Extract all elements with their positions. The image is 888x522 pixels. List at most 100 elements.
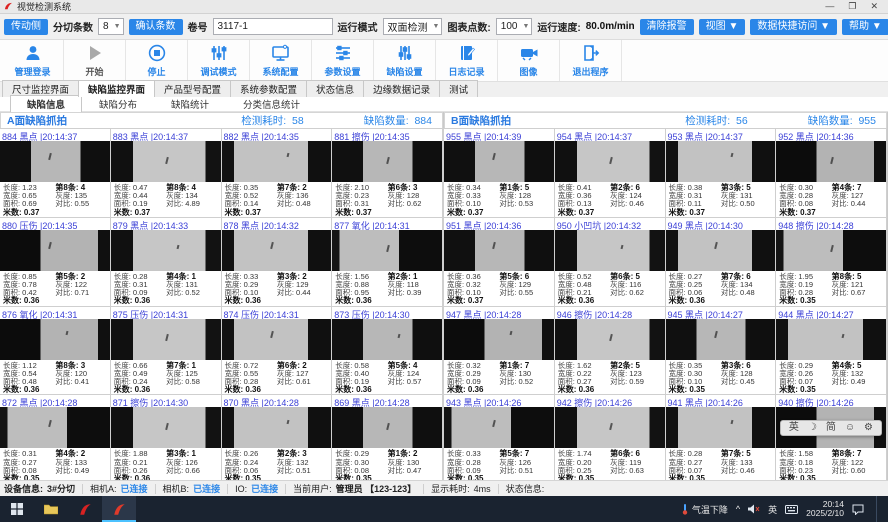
close-button[interactable]: ✕ xyxy=(870,1,878,12)
action-user-button[interactable]: 管理登录 xyxy=(2,40,64,81)
tab-1[interactable]: 缺陷监控界面 xyxy=(78,80,155,97)
ime-lang-toggle[interactable]: 英 xyxy=(789,423,799,433)
defect-cell-882[interactable]: 882 黑点 |20:14:35长度: 0.35宽度: 0.52面积: 0.14… xyxy=(221,128,333,218)
ime-simplified-toggle[interactable]: 简 xyxy=(826,423,836,433)
weather-widget[interactable]: 气温下降 xyxy=(681,503,728,516)
defect-thumbnail-image[interactable] xyxy=(666,319,776,360)
defect-thumbnail-image[interactable] xyxy=(222,319,332,360)
defect-thumbnail-image[interactable] xyxy=(555,407,665,448)
defect-cell-955[interactable]: 955 黑点 |20:14:39长度: 0.34宽度: 0.33面积: 0.10… xyxy=(443,128,555,218)
action-stop-button[interactable]: 停止 xyxy=(126,40,188,81)
defect-cell-874[interactable]: 874 压伤 |20:14:31长度: 0.72宽度: 0.55面积: 0.28… xyxy=(221,306,333,396)
action-play-button[interactable]: 开始 xyxy=(64,40,126,81)
view-menu-button[interactable]: 视图 ▼ xyxy=(699,19,746,35)
defect-thumbnail-image[interactable] xyxy=(666,141,776,182)
defect-cell-941[interactable]: 941 黑点 |20:14:26长度: 0.28宽度: 0.27面积: 0.07… xyxy=(665,394,777,480)
defect-thumbnail-image[interactable] xyxy=(444,230,554,271)
defect-thumbnail-image[interactable] xyxy=(666,407,776,448)
defect-thumbnail-image[interactable] xyxy=(444,407,554,448)
ime-moon-icon[interactable]: ☽ xyxy=(808,423,817,433)
file-explorer-icon[interactable] xyxy=(34,496,68,522)
defect-thumbnail-image[interactable] xyxy=(222,230,332,271)
drive-side-button[interactable]: 传动侧 xyxy=(4,19,48,35)
subtab-2[interactable]: 缺陷统计 xyxy=(154,95,226,113)
data-quick-access-button[interactable]: 数据快捷访问 ▼ xyxy=(750,19,837,35)
action-monitor-button[interactable]: 系统配置 xyxy=(250,40,312,81)
defect-cell-883[interactable]: 883 黑点 |20:14:37长度: 0.47宽度: 0.44面积: 0.19… xyxy=(110,128,222,218)
panel-title[interactable]: A面缺陷抓拍 xyxy=(7,113,67,128)
defect-thumbnail-image[interactable] xyxy=(0,319,110,360)
show-desktop-button[interactable] xyxy=(876,496,882,522)
tab-5[interactable]: 边缘数据记录 xyxy=(363,80,440,97)
defect-cell-954[interactable]: 954 黑点 |20:14:37长度: 0.41宽度: 0.36面积: 0.13… xyxy=(554,128,666,218)
split-count-select[interactable]: 8▼ xyxy=(98,18,124,35)
defect-cell-948[interactable]: 948 擦伤 |20:14:28长度: 1.95宽度: 0.19面积: 0.28… xyxy=(775,217,887,307)
roll-number-input[interactable] xyxy=(213,18,333,35)
defect-cell-945[interactable]: 945 黑点 |20:14:27长度: 0.35宽度: 0.30面积: 0.10… xyxy=(665,306,777,396)
defect-cell-946[interactable]: 946 擦伤 |20:14:28长度: 1.62宽度: 0.22面积: 0.27… xyxy=(554,306,666,396)
defect-thumbnail-image[interactable] xyxy=(0,230,110,271)
defect-cell-872[interactable]: 872 黑点 |20:14:28长度: 0.31宽度: 0.27面积: 0.08… xyxy=(0,394,111,480)
defect-thumbnail-image[interactable] xyxy=(222,407,332,448)
defect-cell-944[interactable]: 944 黑点 |20:14:27长度: 0.29宽度: 0.26面积: 0.07… xyxy=(775,306,887,396)
start-button[interactable] xyxy=(0,496,34,522)
tray-expand-chevron[interactable]: ^ xyxy=(736,504,740,514)
run-mode-select[interactable]: 双面检测▼ xyxy=(383,18,443,35)
action-sliders-v-button[interactable]: 调试模式 xyxy=(188,40,250,81)
defect-cell-873[interactable]: 873 压伤 |20:14:30长度: 0.58宽度: 0.40面积: 0.19… xyxy=(331,306,443,396)
minimize-button[interactable]: — xyxy=(825,1,834,12)
subtab-1[interactable]: 缺陷分布 xyxy=(82,95,154,113)
defect-cell-947[interactable]: 947 黑点 |20:14:28长度: 0.32宽度: 0.29面积: 0.09… xyxy=(443,306,555,396)
taskbar-clock[interactable]: 20:142025/2/10 xyxy=(806,500,844,519)
defect-thumbnail-image[interactable] xyxy=(444,319,554,360)
ime-toolbar[interactable]: 英☽简☺⚙ xyxy=(780,420,882,436)
action-sliders-h-button[interactable]: 参数设置 xyxy=(312,40,374,81)
defect-cell-949[interactable]: 949 黑点 |20:14:30长度: 0.27宽度: 0.25面积: 0.06… xyxy=(665,217,777,307)
defect-thumbnail-image[interactable] xyxy=(776,141,886,182)
defect-cell-879[interactable]: 879 黑点 |20:14:33长度: 0.28宽度: 0.31面积: 0.09… xyxy=(110,217,222,307)
defect-cell-869[interactable]: 869 黑点 |20:14:28长度: 0.29宽度: 0.30面积: 0.08… xyxy=(331,394,443,480)
action-camera-button[interactable]: 图像 xyxy=(498,40,560,81)
help-menu-button[interactable]: 帮助 ▼ xyxy=(842,19,888,35)
defect-cell-943[interactable]: 943 黑点 |20:14:26长度: 0.33宽度: 0.28面积: 0.09… xyxy=(443,394,555,480)
confirm-count-button[interactable]: 确认条数 xyxy=(129,19,183,35)
defect-cell-942[interactable]: 942 擦伤 |20:14:26长度: 1.74宽度: 0.20面积: 0.25… xyxy=(554,394,666,480)
volume-icon[interactable] xyxy=(748,504,760,514)
defect-thumbnail-image[interactable] xyxy=(111,407,221,448)
defect-cell-884[interactable]: 884 黑点 |20:14:37长度: 1.23宽度: 0.65面积: 0.69… xyxy=(0,128,111,218)
defect-thumbnail-image[interactable] xyxy=(0,141,110,182)
defect-cell-880[interactable]: 880 压伤 |20:14:35长度: 0.85宽度: 0.78面积: 0.42… xyxy=(0,217,111,307)
language-indicator[interactable]: 英 xyxy=(768,503,777,516)
defect-cell-876[interactable]: 876 氧化 |20:14:31长度: 1.12宽度: 0.54面积: 0.48… xyxy=(0,306,111,396)
tab-6[interactable]: 测试 xyxy=(439,80,478,97)
notification-center-icon[interactable] xyxy=(852,504,864,515)
clear-alarm-button[interactable]: 清除报警 xyxy=(640,19,694,35)
subtab-0[interactable]: 缺陷信息 xyxy=(10,95,82,113)
subtab-3[interactable]: 分类信息统计 xyxy=(226,95,317,113)
defect-cell-875[interactable]: 875 压伤 |20:14:31长度: 0.66宽度: 0.49面积: 0.24… xyxy=(110,306,222,396)
ime-settings-gear-icon[interactable]: ⚙ xyxy=(864,423,873,433)
defect-thumbnail-image[interactable] xyxy=(666,230,776,271)
defect-thumbnail-image[interactable] xyxy=(332,141,442,182)
keyboard-icon[interactable] xyxy=(785,505,798,514)
defect-cell-877[interactable]: 877 氧化 |20:14:31长度: 1.56宽度: 0.88面积: 0.95… xyxy=(331,217,443,307)
panel-title[interactable]: B面缺陷抓拍 xyxy=(451,113,511,128)
defect-cell-950[interactable]: 950 小凹坑 |20:14:32长度: 0.52宽度: 0.48面积: 0.2… xyxy=(554,217,666,307)
defect-cell-881[interactable]: 881 擦伤 |20:14:35长度: 2.10宽度: 0.23面积: 0.31… xyxy=(331,128,443,218)
defect-cell-952[interactable]: 952 黑点 |20:14:36长度: 0.30宽度: 0.28面积: 0.08… xyxy=(775,128,887,218)
chart-points-select[interactable]: 100▼ xyxy=(496,18,533,35)
defect-thumbnail-image[interactable] xyxy=(776,230,886,271)
defect-cell-871[interactable]: 871 擦伤 |20:14:30长度: 1.88宽度: 0.21面积: 0.26… xyxy=(110,394,222,480)
app-icon-1[interactable] xyxy=(68,496,102,522)
defect-thumbnail-image[interactable] xyxy=(0,407,110,448)
defect-thumbnail-image[interactable] xyxy=(111,230,221,271)
defect-thumbnail-image[interactable] xyxy=(332,407,442,448)
defect-thumbnail-image[interactable] xyxy=(555,230,665,271)
defect-thumbnail-image[interactable] xyxy=(776,319,886,360)
defect-cell-951[interactable]: 951 黑点 |20:14:36长度: 0.36宽度: 0.32面积: 0.10… xyxy=(443,217,555,307)
defect-thumbnail-image[interactable] xyxy=(222,141,332,182)
maximize-button[interactable]: ❐ xyxy=(848,1,856,12)
defect-cell-940[interactable]: 940 擦伤 |20:14:26长度: 1.58宽度: 0.18面积: 0.23… xyxy=(775,394,887,480)
defect-thumbnail-image[interactable] xyxy=(444,141,554,182)
defect-thumbnail-image[interactable] xyxy=(111,141,221,182)
